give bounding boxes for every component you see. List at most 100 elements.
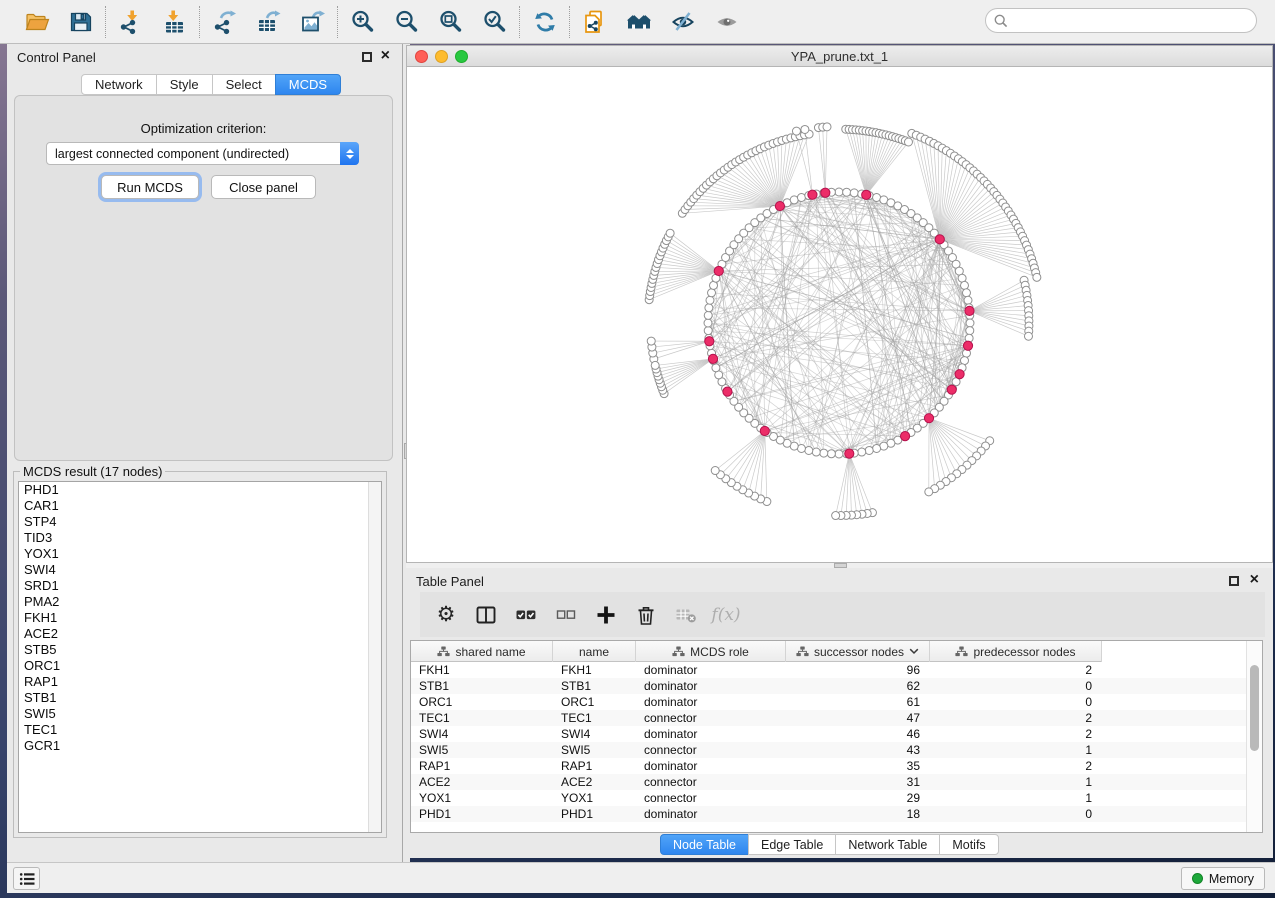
table-cell[interactable]: 0	[930, 806, 1102, 822]
table-cell[interactable]: STB1	[411, 678, 553, 694]
table-cell[interactable]: SWI5	[411, 742, 553, 758]
scrollbar-thumb[interactable]	[1250, 665, 1259, 751]
table-cell[interactable]: 46	[786, 726, 930, 742]
tab-motifs[interactable]: Motifs	[939, 834, 998, 855]
table-cell[interactable]: PHD1	[553, 806, 636, 822]
table-cell[interactable]: 1	[930, 790, 1102, 806]
mcds-result-item[interactable]: STP4	[19, 514, 381, 530]
float-panel-icon[interactable]	[1229, 576, 1239, 586]
column-header-predecessor-nodes[interactable]: predecessor nodes	[930, 641, 1102, 662]
select-all-icon[interactable]	[514, 603, 538, 627]
table-row[interactable]: SWI5SWI5connector431	[411, 742, 1246, 758]
tab-network-table[interactable]: Network Table	[835, 834, 940, 855]
mcds-result-item[interactable]: STB1	[19, 690, 381, 706]
table-cell[interactable]: 62	[786, 678, 930, 694]
table-cell[interactable]: 47	[786, 710, 930, 726]
table-cell[interactable]: 29	[786, 790, 930, 806]
import-network-icon[interactable]	[117, 8, 144, 35]
table-cell[interactable]: connector	[636, 774, 786, 790]
network-canvas[interactable]	[407, 67, 1272, 562]
table-cell[interactable]: 2	[930, 662, 1102, 678]
mcds-result-item[interactable]: SRD1	[19, 578, 381, 594]
mcds-result-item[interactable]: PHD1	[19, 482, 381, 498]
table-scrollbar[interactable]	[1246, 641, 1262, 832]
export-table-icon[interactable]	[255, 8, 282, 35]
table-cell[interactable]: SWI5	[553, 742, 636, 758]
table-cell[interactable]: PHD1	[411, 806, 553, 822]
table-cell[interactable]: 2	[930, 726, 1102, 742]
mcds-result-item[interactable]: ORC1	[19, 658, 381, 674]
mcds-result-item[interactable]: YOX1	[19, 546, 381, 562]
close-panel-icon[interactable]: ×	[1250, 571, 1259, 589]
table-cell[interactable]: dominator	[636, 694, 786, 710]
table-row[interactable]: SWI4SWI4dominator462	[411, 726, 1246, 742]
mcds-result-item[interactable]: GCR1	[19, 738, 381, 754]
table-cell[interactable]: ACE2	[553, 774, 636, 790]
table-row[interactable]: PHD1PHD1dominator180	[411, 806, 1246, 822]
table-cell[interactable]: dominator	[636, 758, 786, 774]
search-box[interactable]	[985, 8, 1257, 33]
table-cell[interactable]: RAP1	[553, 758, 636, 774]
table-cell[interactable]: TEC1	[411, 710, 553, 726]
table-cell[interactable]: YOX1	[411, 790, 553, 806]
houses-icon[interactable]	[625, 8, 652, 35]
table-cell[interactable]: FKH1	[411, 662, 553, 678]
table-cell[interactable]: YOX1	[553, 790, 636, 806]
mcds-result-item[interactable]: RAP1	[19, 674, 381, 690]
export-network-icon[interactable]	[211, 8, 238, 35]
show-columns-icon[interactable]	[474, 603, 498, 627]
table-cell[interactable]: dominator	[636, 662, 786, 678]
close-panel-button[interactable]: Close panel	[211, 175, 316, 199]
mcds-result-item[interactable]: STB5	[19, 642, 381, 658]
table-cell[interactable]: TEC1	[553, 710, 636, 726]
memory-button[interactable]: Memory	[1181, 867, 1265, 890]
export-image-icon[interactable]	[299, 8, 326, 35]
table-cell[interactable]: 31	[786, 774, 930, 790]
mcds-result-item[interactable]: ACE2	[19, 626, 381, 642]
mcds-result-item[interactable]: SWI5	[19, 706, 381, 722]
table-cell[interactable]: 18	[786, 806, 930, 822]
search-input[interactable]	[1009, 11, 1256, 31]
table-cell[interactable]: 2	[930, 710, 1102, 726]
eye-slash-icon[interactable]	[669, 8, 696, 35]
tab-select[interactable]: Select	[212, 74, 276, 95]
table-row[interactable]: ORC1ORC1dominator610	[411, 694, 1246, 710]
table-cell[interactable]: ACE2	[411, 774, 553, 790]
zoom-fit-icon[interactable]	[437, 8, 464, 35]
table-cell[interactable]: ORC1	[411, 694, 553, 710]
column-header-shared-name[interactable]: shared name	[411, 641, 553, 662]
table-cell[interactable]: 1	[930, 742, 1102, 758]
zoom-out-icon[interactable]	[393, 8, 420, 35]
tab-style[interactable]: Style	[156, 74, 213, 95]
open-session-icon[interactable]	[23, 8, 50, 35]
table-row[interactable]: YOX1YOX1connector291	[411, 790, 1246, 806]
table-row[interactable]: ACE2ACE2connector311	[411, 774, 1246, 790]
table-cell[interactable]: dominator	[636, 678, 786, 694]
criterion-select[interactable]: largest connected component (undirected)	[46, 142, 359, 165]
table-cell[interactable]: FKH1	[553, 662, 636, 678]
table-cell[interactable]: 2	[930, 758, 1102, 774]
run-mcds-button[interactable]: Run MCDS	[101, 175, 199, 199]
mcds-result-item[interactable]: SWI4	[19, 562, 381, 578]
table-cell[interactable]: ORC1	[553, 694, 636, 710]
table-row[interactable]: RAP1RAP1dominator352	[411, 758, 1246, 774]
import-table-icon[interactable]	[161, 8, 188, 35]
column-header-mcds-role[interactable]: MCDS role	[636, 641, 786, 662]
table-cell[interactable]: connector	[636, 790, 786, 806]
clone-network-icon[interactable]	[581, 8, 608, 35]
table-cell[interactable]: STB1	[553, 678, 636, 694]
console-list-button[interactable]	[13, 867, 40, 890]
mcds-result-item[interactable]: TID3	[19, 530, 381, 546]
table-cell[interactable]: 35	[786, 758, 930, 774]
table-cell[interactable]: dominator	[636, 806, 786, 822]
table-cell[interactable]: SWI4	[553, 726, 636, 742]
mcds-result-item[interactable]: PMA2	[19, 594, 381, 610]
table-cell[interactable]: RAP1	[411, 758, 553, 774]
column-header-successor-nodes[interactable]: successor nodes	[786, 641, 930, 662]
delete-columns-icon[interactable]	[634, 603, 658, 627]
tab-node-table[interactable]: Node Table	[660, 834, 749, 855]
add-column-icon[interactable]	[594, 603, 618, 627]
table-cell[interactable]: SWI4	[411, 726, 553, 742]
mcds-result-item[interactable]: CAR1	[19, 498, 381, 514]
table-cell[interactable]: dominator	[636, 726, 786, 742]
